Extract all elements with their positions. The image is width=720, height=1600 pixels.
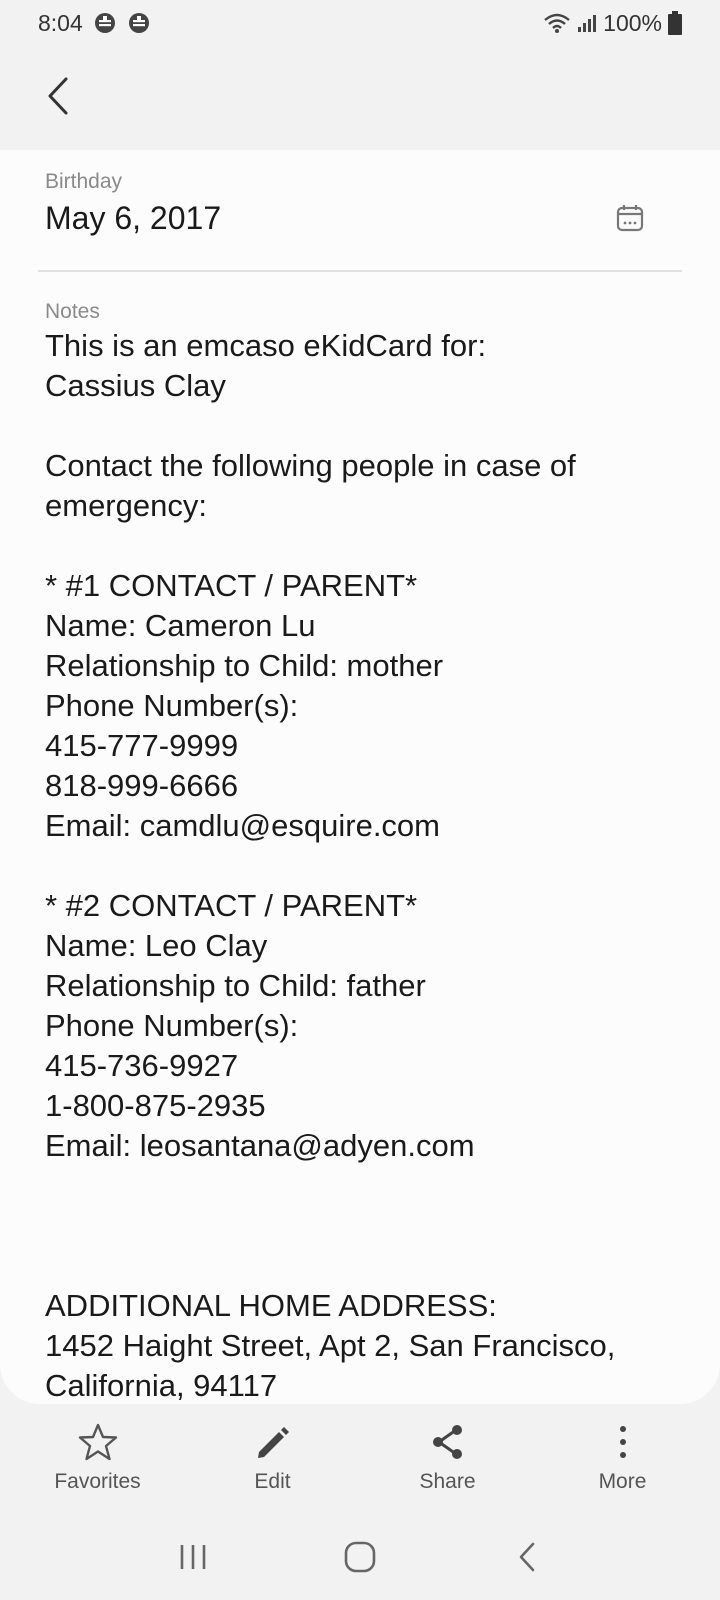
notification-icon	[127, 11, 151, 35]
share-label: Share	[419, 1470, 476, 1493]
calendar-button[interactable]	[612, 200, 648, 236]
battery-percent: 100%	[603, 9, 662, 36]
back-button[interactable]	[36, 70, 80, 122]
share-icon	[428, 1422, 468, 1462]
home-button[interactable]	[330, 1532, 390, 1582]
status-right: 100%	[543, 10, 682, 37]
notes-text: This is an emcaso eKidCard for: Cassius …	[45, 328, 616, 1403]
calendar-icon	[616, 205, 644, 232]
notes-field[interactable]: Notes This is an emcaso eKidCard for: Ca…	[45, 300, 690, 1404]
system-nav-bar	[0, 1514, 720, 1600]
status-time: 8:04	[38, 9, 83, 36]
share-button[interactable]: Share	[373, 1422, 523, 1494]
favorites-label: Favorites	[54, 1470, 141, 1493]
recent-apps-button[interactable]	[163, 1532, 223, 1582]
notes-label: Notes	[45, 300, 100, 323]
birthday-label: Birthday	[45, 170, 123, 193]
more-button[interactable]: More	[548, 1422, 698, 1494]
signal-icon	[577, 13, 597, 33]
back-icon	[48, 77, 68, 115]
status-bar: 8:04 100%	[0, 0, 720, 46]
more-label: More	[598, 1470, 647, 1493]
status-left: 8:04	[38, 10, 151, 37]
bottom-action-bar: Favorites Edit Share More	[0, 1404, 720, 1514]
birthday-field[interactable]: Birthday May 6, 2017	[45, 170, 668, 266]
battery-icon	[668, 11, 682, 35]
edit-button[interactable]: Edit	[198, 1422, 348, 1494]
favorites-button[interactable]: Favorites	[23, 1422, 173, 1494]
notification-icon	[93, 11, 117, 35]
nav-back-icon	[519, 1542, 534, 1572]
home-icon	[344, 1541, 376, 1573]
app-bar	[0, 46, 720, 150]
star-icon	[78, 1422, 118, 1462]
contact-details-card: Birthday May 6, 2017 Notes This is an em…	[0, 150, 720, 1404]
recent-apps-icon	[181, 1545, 206, 1569]
more-vertical-icon	[603, 1422, 643, 1462]
birthday-value: May 6, 2017	[45, 200, 222, 236]
nav-back-button[interactable]	[497, 1532, 557, 1582]
edit-label: Edit	[254, 1470, 291, 1493]
divider	[38, 270, 682, 272]
wifi-icon	[543, 12, 571, 34]
pencil-icon	[253, 1422, 293, 1462]
